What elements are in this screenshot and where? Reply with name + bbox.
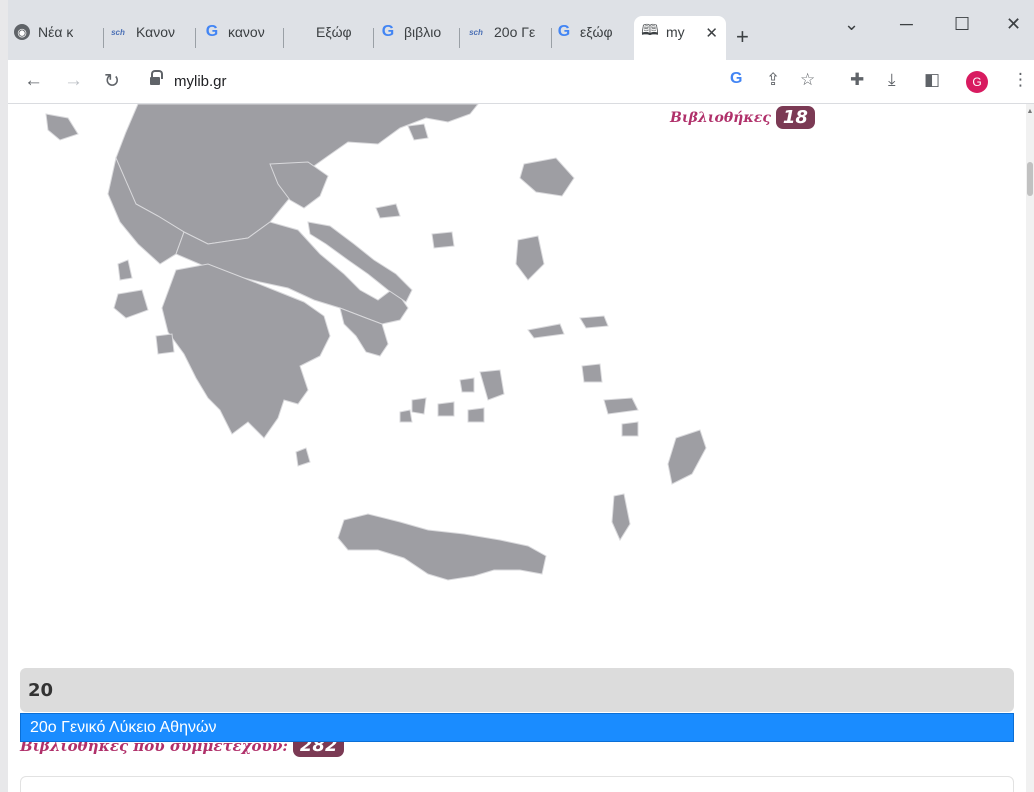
bookmark-star-icon[interactable]: ☆ <box>800 70 815 90</box>
window-close-icon[interactable]: ✕ <box>1006 14 1021 35</box>
map-region-rhodes <box>667 429 707 485</box>
map-region-chios <box>515 235 545 281</box>
tab-sch[interactable]: sch Κανον <box>108 16 196 60</box>
tab-strip: ◉ Νέα κ sch Κανον G κανον Εξώφ G βιβλιο … <box>8 0 1034 60</box>
tab-google-3[interactable]: G εξώφ <box>556 16 632 60</box>
map-region-thassos <box>407 123 429 141</box>
google-icon: G <box>381 23 395 40</box>
tab-search-icon[interactable]: ⌄ <box>844 14 859 35</box>
tab-sch-2[interactable]: sch 20ο Γε <box>466 16 552 60</box>
new-tab-button[interactable]: + <box>736 24 749 50</box>
menu-kebab-icon[interactable]: ⋮ <box>1012 70 1029 90</box>
side-panel-icon[interactable]: ◧ <box>924 70 940 90</box>
map-region-cyclades-4 <box>437 401 455 417</box>
map-region-lefkada <box>117 259 133 281</box>
library-search-input[interactable] <box>28 678 928 702</box>
reload-icon[interactable]: ↻ <box>104 70 120 93</box>
map-region-dodecanese-3 <box>621 421 639 437</box>
map-region-crete <box>337 513 547 581</box>
page-content: Βιβλιοθήκες 18 Βιβλιοθήκες που συμμετέχο… <box>8 104 1026 792</box>
map-region-cyclades-6 <box>399 409 413 423</box>
google-icon: G <box>557 23 571 40</box>
download-icon[interactable]: ⤓ <box>888 70 896 90</box>
share-icon[interactable]: ⇪ <box>766 70 780 90</box>
book-icon: 🕮 <box>641 21 659 39</box>
tab-label: εξώφ <box>580 24 613 40</box>
scrollbar-thumb[interactable] <box>1027 162 1033 196</box>
tab-separator <box>283 28 284 48</box>
map-region-cyclades-3 <box>411 397 427 415</box>
greece-map <box>45 104 707 581</box>
scroll-up-arrow-icon[interactable]: ▲ <box>1026 108 1034 115</box>
tab-separator <box>373 28 374 48</box>
libraries-count-badge: 18 <box>775 106 815 129</box>
tab-separator <box>551 28 552 48</box>
tab-google-2[interactable]: G βιβλιο <box>380 16 460 60</box>
tab-mylib-active[interactable]: 🕮 my ✕ <box>634 16 726 60</box>
map-region-cyclades-2 <box>459 377 475 393</box>
profile-avatar[interactable]: G <box>966 71 988 93</box>
map-region-cyclades-1 <box>479 369 505 401</box>
chrome-icon: ◉ <box>14 24 30 40</box>
url-text[interactable]: mylib.gr <box>174 73 227 90</box>
tab-label: Κανον <box>136 24 176 40</box>
sch-icon: sch <box>469 27 483 37</box>
map-region-corfu <box>45 113 79 141</box>
google-lens-icon[interactable]: G <box>730 70 742 88</box>
map-region-sporades <box>375 203 401 219</box>
map-region-kythera <box>295 447 311 467</box>
map-region-zakynthos <box>155 333 175 355</box>
autocomplete-dropdown: 20ο Γενικό Λύκειο Αθηνών <box>20 713 1014 742</box>
tab-microsoft[interactable]: Εξώφ <box>292 16 374 60</box>
map-region-cyclades-5 <box>467 407 485 423</box>
map-region-skyros <box>431 231 455 249</box>
tab-separator <box>103 28 104 48</box>
forward-icon[interactable]: → <box>64 70 83 92</box>
microsoft-icon <box>292 24 308 40</box>
tab-separator <box>195 28 196 48</box>
back-icon[interactable]: ← <box>24 70 43 92</box>
sch-icon: sch <box>111 27 125 37</box>
tab-label: κανον <box>228 24 265 40</box>
browser-toolbar: ← → ↻ mylib.gr G ⇪ ☆ ✚ ⤓ ◧ G ⋮ <box>8 60 1034 104</box>
minimize-icon[interactable]: ─ <box>900 14 913 35</box>
map-region-kefalonia <box>113 289 149 319</box>
map-region-dodecanese-2 <box>581 363 603 383</box>
page-scrollbar[interactable]: ▲ <box>1026 104 1034 792</box>
tab-separator <box>459 28 460 48</box>
map-region-lesvos <box>519 157 575 197</box>
close-tab-icon[interactable]: ✕ <box>705 24 718 42</box>
tab-label: βιβλιο <box>404 24 442 40</box>
tab-label: Νέα κ <box>38 24 74 40</box>
lock-icon <box>150 70 163 86</box>
libraries-label: Βιβλιοθήκες <box>670 109 771 126</box>
tab-google-1[interactable]: G κανον <box>204 16 284 60</box>
autocomplete-item[interactable]: 20ο Γενικό Λύκειο Αθηνών <box>30 719 216 737</box>
desktop-edge <box>0 0 8 792</box>
tab-label: my <box>666 24 685 40</box>
results-card <box>20 776 1014 792</box>
extensions-icon[interactable]: ✚ <box>850 70 864 90</box>
google-icon: G <box>205 23 219 40</box>
library-search-box[interactable] <box>20 668 1014 712</box>
tab-label: 20ο Γε <box>494 24 536 40</box>
libraries-counter-top: Βιβλιοθήκες 18 <box>670 106 815 129</box>
map-region-dodecanese-1 <box>603 397 639 415</box>
maximize-icon[interactable]: ☐ <box>954 14 970 35</box>
map-region-samos <box>527 323 565 339</box>
map-region-ikaria <box>579 315 609 329</box>
tab-chrome[interactable]: ◉ Νέα κ <box>14 16 104 60</box>
tab-label: Εξώφ <box>316 24 352 40</box>
map-region-karpathos <box>611 493 631 542</box>
